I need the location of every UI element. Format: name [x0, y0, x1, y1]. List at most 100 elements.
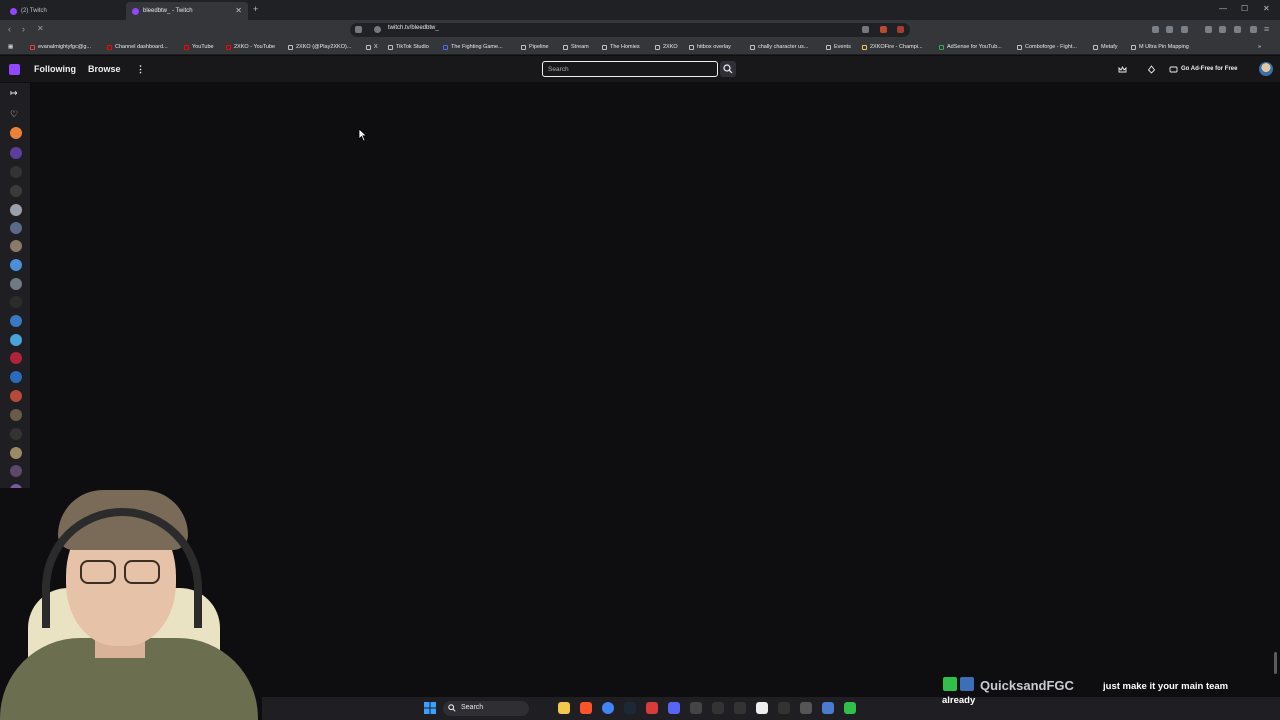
bookmark-item[interactable]: chally character us...: [750, 44, 808, 50]
bookmark-item[interactable]: Stream: [563, 44, 589, 50]
discord-icon[interactable]: [668, 702, 680, 714]
expand-sidebar-icon[interactable]: ↦: [10, 88, 18, 99]
channel-avatar[interactable]: [10, 127, 22, 139]
app-icon[interactable]: [822, 702, 834, 714]
app-icon[interactable]: [734, 702, 746, 714]
notion-icon[interactable]: [756, 702, 768, 714]
downloads-icon[interactable]: [1234, 26, 1241, 33]
user-avatar[interactable]: [1259, 62, 1273, 76]
bookmark-item[interactable]: 2XKOFire - Champi...: [862, 44, 923, 50]
glasses: [124, 560, 160, 584]
extension-icon[interactable]: [1152, 26, 1159, 33]
brave-browser-icon[interactable]: [580, 702, 592, 714]
channel-avatar[interactable]: [10, 240, 22, 252]
back-icon[interactable]: ‹: [8, 24, 11, 34]
bookmark-item[interactable]: evanalmightyfgc@g...: [30, 44, 91, 50]
apps-grid-icon[interactable]: ▦: [8, 44, 13, 50]
share-icon[interactable]: [862, 26, 869, 33]
menu-icon[interactable]: ≡: [1264, 24, 1269, 34]
tab-search-icon[interactable]: [1219, 26, 1226, 33]
settings-icon[interactable]: [800, 702, 812, 714]
channel-avatar[interactable]: [10, 147, 22, 159]
ad-free-icon: [1169, 66, 1178, 73]
go-ad-free-button[interactable]: Go Ad-Free for Free: [1181, 66, 1237, 72]
bookmark-item[interactable]: 2XKO - YouTube: [226, 44, 275, 50]
bookmark-item[interactable]: 2XKO: [655, 44, 678, 50]
obs-icon[interactable]: [690, 702, 702, 714]
channel-avatar[interactable]: [10, 409, 22, 421]
browser-tab-twitch-home[interactable]: (2) Twitch: [4, 2, 124, 20]
chat-username: QuicksandFGC: [980, 678, 1074, 693]
bookmark-item[interactable]: TikTok Studio: [388, 44, 429, 50]
channel-avatar[interactable]: [10, 315, 22, 327]
channel-avatar[interactable]: [10, 259, 22, 271]
channel-avatar[interactable]: [10, 465, 22, 477]
extension-icon[interactable]: [1181, 26, 1188, 33]
app-icon[interactable]: [646, 702, 658, 714]
windows-start-icon[interactable]: [424, 702, 436, 714]
channel-avatar[interactable]: [10, 334, 22, 346]
channel-avatar[interactable]: [10, 185, 22, 197]
bookmark-page-icon[interactable]: [355, 26, 362, 33]
channel-avatar[interactable]: [10, 447, 22, 459]
close-window-icon[interactable]: ✕: [1263, 4, 1270, 13]
search-placeholder: Search: [548, 66, 569, 73]
maximize-icon[interactable]: ☐: [1241, 4, 1248, 13]
bookmarks-bar: ▦ evanalmightyfgc@g... Channel dashboard…: [0, 40, 1280, 55]
brave-rewards-icon[interactable]: [897, 26, 904, 33]
bookmark-item[interactable]: The Fighting Game...: [443, 44, 503, 50]
sidebar-icon[interactable]: [1205, 26, 1212, 33]
extension-icon[interactable]: [1166, 26, 1173, 33]
steam-icon[interactable]: [624, 702, 636, 714]
twitch-favicon-icon: [132, 7, 139, 15]
scrollbar[interactable]: [1274, 652, 1277, 674]
more-menu-icon[interactable]: ⋮: [136, 64, 145, 75]
bookmark-item[interactable]: Channel dashboard...: [107, 44, 168, 50]
new-tab-button[interactable]: +: [253, 4, 258, 14]
bookmark-item[interactable]: AdSense for YouTub...: [939, 44, 1002, 50]
bits-icon[interactable]: [1147, 65, 1156, 74]
bookmark-item[interactable]: Events: [826, 44, 851, 50]
close-tab-icon[interactable]: ✕: [235, 6, 242, 15]
channel-avatar[interactable]: [10, 222, 22, 234]
following-link[interactable]: Following: [34, 64, 76, 74]
url-text: twitch.tv/bleedbtw_: [388, 25, 439, 31]
bookmark-item[interactable]: YouTube: [184, 44, 214, 50]
channel-avatar[interactable]: [10, 204, 22, 216]
bookmark-item[interactable]: hitbox overlay: [689, 44, 731, 50]
channel-avatar[interactable]: [10, 278, 22, 290]
app-icon[interactable]: [712, 702, 724, 714]
forward-icon[interactable]: ›: [22, 24, 25, 34]
browser-tab-bleedbtw[interactable]: bleedbtw_ - Twitch ✕: [126, 2, 248, 20]
channel-avatar[interactable]: [10, 390, 22, 402]
app-icon[interactable]: [778, 702, 790, 714]
bookmark-item[interactable]: X: [366, 44, 378, 50]
site-info-icon[interactable]: [374, 26, 381, 33]
bookmark-item[interactable]: M Ultra Pin Mapping: [1131, 44, 1189, 50]
twitch-favicon-icon: [10, 7, 17, 15]
bookmark-item[interactable]: 2XKO (@Play2XKO)...: [288, 44, 351, 50]
bookmark-item[interactable]: Comboforge - Fight...: [1017, 44, 1077, 50]
bookmark-item[interactable]: The Homies: [602, 44, 640, 50]
chrome-icon[interactable]: [602, 702, 614, 714]
channel-avatar[interactable]: [10, 352, 22, 364]
channel-avatar[interactable]: [10, 166, 22, 178]
channel-avatar[interactable]: [10, 428, 22, 440]
channel-avatar[interactable]: [10, 296, 22, 308]
browse-link[interactable]: Browse: [88, 64, 121, 74]
chat-badge-icon: [943, 677, 957, 691]
minimize-icon[interactable]: —: [1219, 4, 1227, 13]
twitch-logo-icon[interactable]: [9, 64, 20, 75]
stop-loading-icon[interactable]: ✕: [37, 24, 44, 33]
bookmark-item[interactable]: Pipeline: [521, 44, 549, 50]
tab-label: (2) Twitch: [21, 8, 47, 14]
wallet-icon[interactable]: [1250, 26, 1257, 33]
brave-shield-icon[interactable]: [880, 26, 887, 33]
channel-avatar[interactable]: [10, 371, 22, 383]
bookmark-item[interactable]: Metafy: [1093, 44, 1118, 50]
file-explorer-icon[interactable]: [558, 702, 570, 714]
more-bookmarks-icon[interactable]: »: [1258, 44, 1261, 50]
crown-icon[interactable]: [1118, 65, 1127, 74]
app-icon[interactable]: [844, 702, 856, 714]
search-button[interactable]: [720, 61, 736, 77]
